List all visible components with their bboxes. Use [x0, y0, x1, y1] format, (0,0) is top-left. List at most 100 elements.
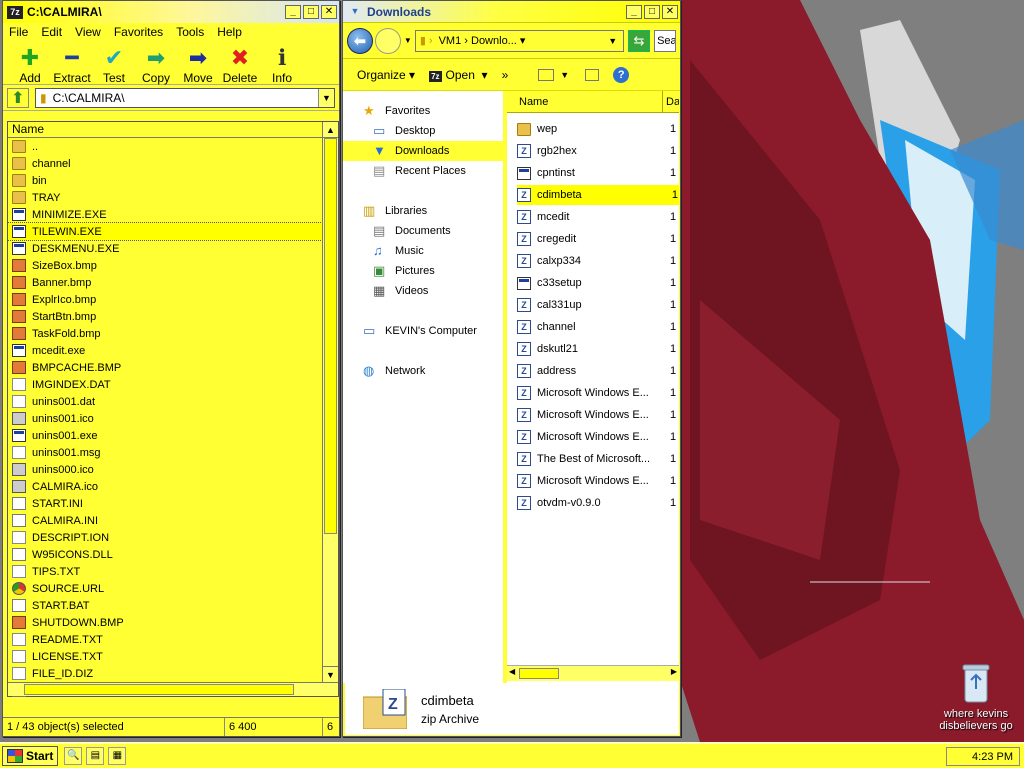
move-button[interactable]: ➡ Move	[177, 45, 219, 85]
minimize-button[interactable]: _	[285, 5, 301, 19]
file-item[interactable]: Z The Best of Microsoft... 1	[517, 449, 677, 469]
file-item[interactable]: Zdskutl21 1	[517, 339, 677, 359]
address-bar[interactable]: ▮ › VM1 › Downlo... ▾ ▼	[414, 29, 625, 52]
file-row[interactable]: ..	[8, 138, 322, 155]
file-item[interactable]: Zmcedit 1	[517, 207, 677, 227]
recycle-bin[interactable]: where kevins disbelievers go	[938, 662, 1014, 732]
copy-button[interactable]: ➡ Copy	[135, 45, 177, 85]
file-row[interactable]: unins001.exe	[8, 427, 322, 444]
close-button[interactable]: ✕	[321, 5, 337, 19]
file-item[interactable]: Zotvdm-v0.9.0 1	[517, 493, 677, 513]
file-row[interactable]: StartBtn.bmp	[8, 308, 322, 325]
hscroll-thumb[interactable]	[519, 668, 559, 679]
file-row[interactable]: SOURCE.URL	[8, 580, 322, 597]
breadcrumb-vm1[interactable]: VM1	[439, 35, 462, 47]
search-input[interactable]: Sea	[654, 29, 676, 52]
file-row[interactable]: unins001.dat	[8, 393, 322, 410]
preview-pane-icon[interactable]	[585, 68, 600, 81]
menu-file[interactable]: File	[9, 25, 28, 39]
file-item[interactable]: c33setup 1	[517, 273, 677, 293]
file-row[interactable]: TRAY	[8, 189, 322, 206]
file-row[interactable]: CALMIRA.ico	[8, 478, 322, 495]
file-item[interactable]: Z Microsoft Windows E... 1	[517, 427, 677, 447]
nav-item-favorites[interactable]: ★ Favorites	[343, 101, 503, 121]
nav-item-kevin-s-computer[interactable]: ▭ KEVIN's Computer	[343, 321, 503, 341]
more-commands-button[interactable]: »	[502, 68, 509, 82]
file-row[interactable]: IMGINDEX.DAT	[8, 376, 322, 393]
file-row[interactable]: BMPCACHE.BMP	[8, 359, 322, 376]
column-header-date[interactable]: Da	[663, 91, 679, 112]
file-item[interactable]: Zcal331up 1	[517, 295, 677, 315]
vertical-scrollbar[interactable]: ▲ ▼	[322, 122, 338, 696]
file-item[interactable]: Zchannel 1	[517, 317, 677, 337]
add-button[interactable]: ✚ Add	[9, 45, 51, 85]
scroll-down-arrow[interactable]: ▼	[323, 666, 338, 682]
extract-button[interactable]: ━ Extract	[51, 45, 93, 85]
nav-item-recent-places[interactable]: ▤ Recent Places	[343, 161, 503, 181]
file-row[interactable]: mcedit.exe	[8, 342, 322, 359]
explorer-titlebar[interactable]: ▼ Downloads _ □ ✕	[343, 1, 680, 23]
file-item[interactable]: Z Microsoft Windows E... 1	[517, 471, 677, 491]
chevron-down-icon[interactable]: ▼	[318, 88, 334, 107]
start-button[interactable]: Start	[2, 746, 59, 766]
minimize-button[interactable]: _	[626, 4, 642, 19]
file-row[interactable]: unins001.ico	[8, 410, 322, 427]
printer-icon[interactable]: ▦	[108, 747, 127, 765]
file-row[interactable]: FILE_ID.DIZ	[8, 665, 322, 682]
horizontal-scrollbar[interactable]: ◀ ▶	[507, 665, 679, 681]
breadcrumb-downloads[interactable]: Downlo...	[471, 35, 517, 47]
file-row[interactable]: Banner.bmp	[8, 274, 322, 291]
file-row[interactable]: README.TXT	[8, 631, 322, 648]
nav-item-music[interactable]: ♫ Music	[343, 241, 503, 261]
maximize-button[interactable]: □	[303, 5, 319, 19]
file-item[interactable]: Zrgb2hex 1	[517, 141, 677, 161]
forward-button[interactable]	[374, 27, 401, 54]
file-row[interactable]: channel	[8, 155, 322, 172]
organize-button[interactable]: Organize ▾	[357, 68, 415, 82]
file-item[interactable]: Zcdimbeta 1	[517, 185, 679, 205]
nav-item-videos[interactable]: ▦ Videos	[343, 281, 503, 301]
chevron-down-icon[interactable]: ▼	[608, 36, 617, 46]
file-row[interactable]: unins000.ico	[8, 461, 322, 478]
nav-item-network[interactable]: ◍ Network	[343, 361, 503, 381]
file-item[interactable]: Z Microsoft Windows E... 1	[517, 405, 677, 425]
file-item[interactable]: wep 1	[517, 119, 677, 139]
help-icon[interactable]: ?	[613, 66, 630, 83]
file-row[interactable]: TaskFold.bmp	[8, 325, 322, 342]
nav-item-downloads[interactable]: ▼ Downloads	[343, 141, 503, 161]
test-button[interactable]: ✔ Test	[93, 45, 135, 85]
file-row[interactable]: bin	[8, 172, 322, 189]
hscroll-thumb[interactable]	[24, 684, 294, 695]
nav-item-documents[interactable]: ▤ Documents	[343, 221, 503, 241]
file-row[interactable]: TILEWIN.EXE	[7, 222, 323, 241]
file-row[interactable]: DESKMENU.EXE	[8, 240, 322, 257]
close-button[interactable]: ✕	[662, 4, 678, 19]
chevron-down-icon[interactable]: ▼	[560, 70, 569, 80]
info-button[interactable]: ℹ Info	[261, 45, 303, 85]
recent-pages-dropdown[interactable]: ▼	[403, 36, 413, 45]
view-options-icon[interactable]	[538, 68, 555, 81]
nav-item-desktop[interactable]: ▭ Desktop	[343, 121, 503, 141]
file-row[interactable]: START.BAT	[8, 597, 322, 614]
column-header-name[interactable]: Name	[8, 122, 338, 138]
file-row[interactable]: DESCRIPT.ION	[8, 529, 322, 546]
file-row[interactable]: unins001.msg	[8, 444, 322, 461]
scroll-thumb[interactable]	[324, 138, 337, 534]
file-row[interactable]: MINIMIZE.EXE	[8, 206, 322, 223]
file-item[interactable]: Z Microsoft Windows E... 1	[517, 383, 677, 403]
file-row[interactable]: LICENSE.TXT	[8, 648, 322, 665]
file-row[interactable]: ExplrIco.bmp	[8, 291, 322, 308]
menu-favorites[interactable]: Favorites	[114, 25, 163, 39]
explorer-icon[interactable]: 🔍	[64, 747, 83, 765]
file-item[interactable]: Zcregedit 1	[517, 229, 677, 249]
refresh-icon[interactable]: ⇆	[628, 29, 651, 52]
folder-up-button[interactable]: ⬆	[7, 87, 29, 108]
file-manager-titlebar[interactable]: 7z C:\CALMIRA\ _ □ ✕	[3, 1, 339, 23]
horizontal-scrollbar[interactable]	[8, 682, 338, 696]
delete-button[interactable]: ✖ Delete	[219, 45, 261, 85]
scroll-up-arrow[interactable]: ▲	[323, 122, 338, 138]
file-row[interactable]: CALMIRA.INI	[8, 512, 322, 529]
maximize-button[interactable]: □	[644, 4, 660, 19]
file-item[interactable]: cpntinst 1	[517, 163, 677, 183]
file-item[interactable]: Zcalxp334 1	[517, 251, 677, 271]
